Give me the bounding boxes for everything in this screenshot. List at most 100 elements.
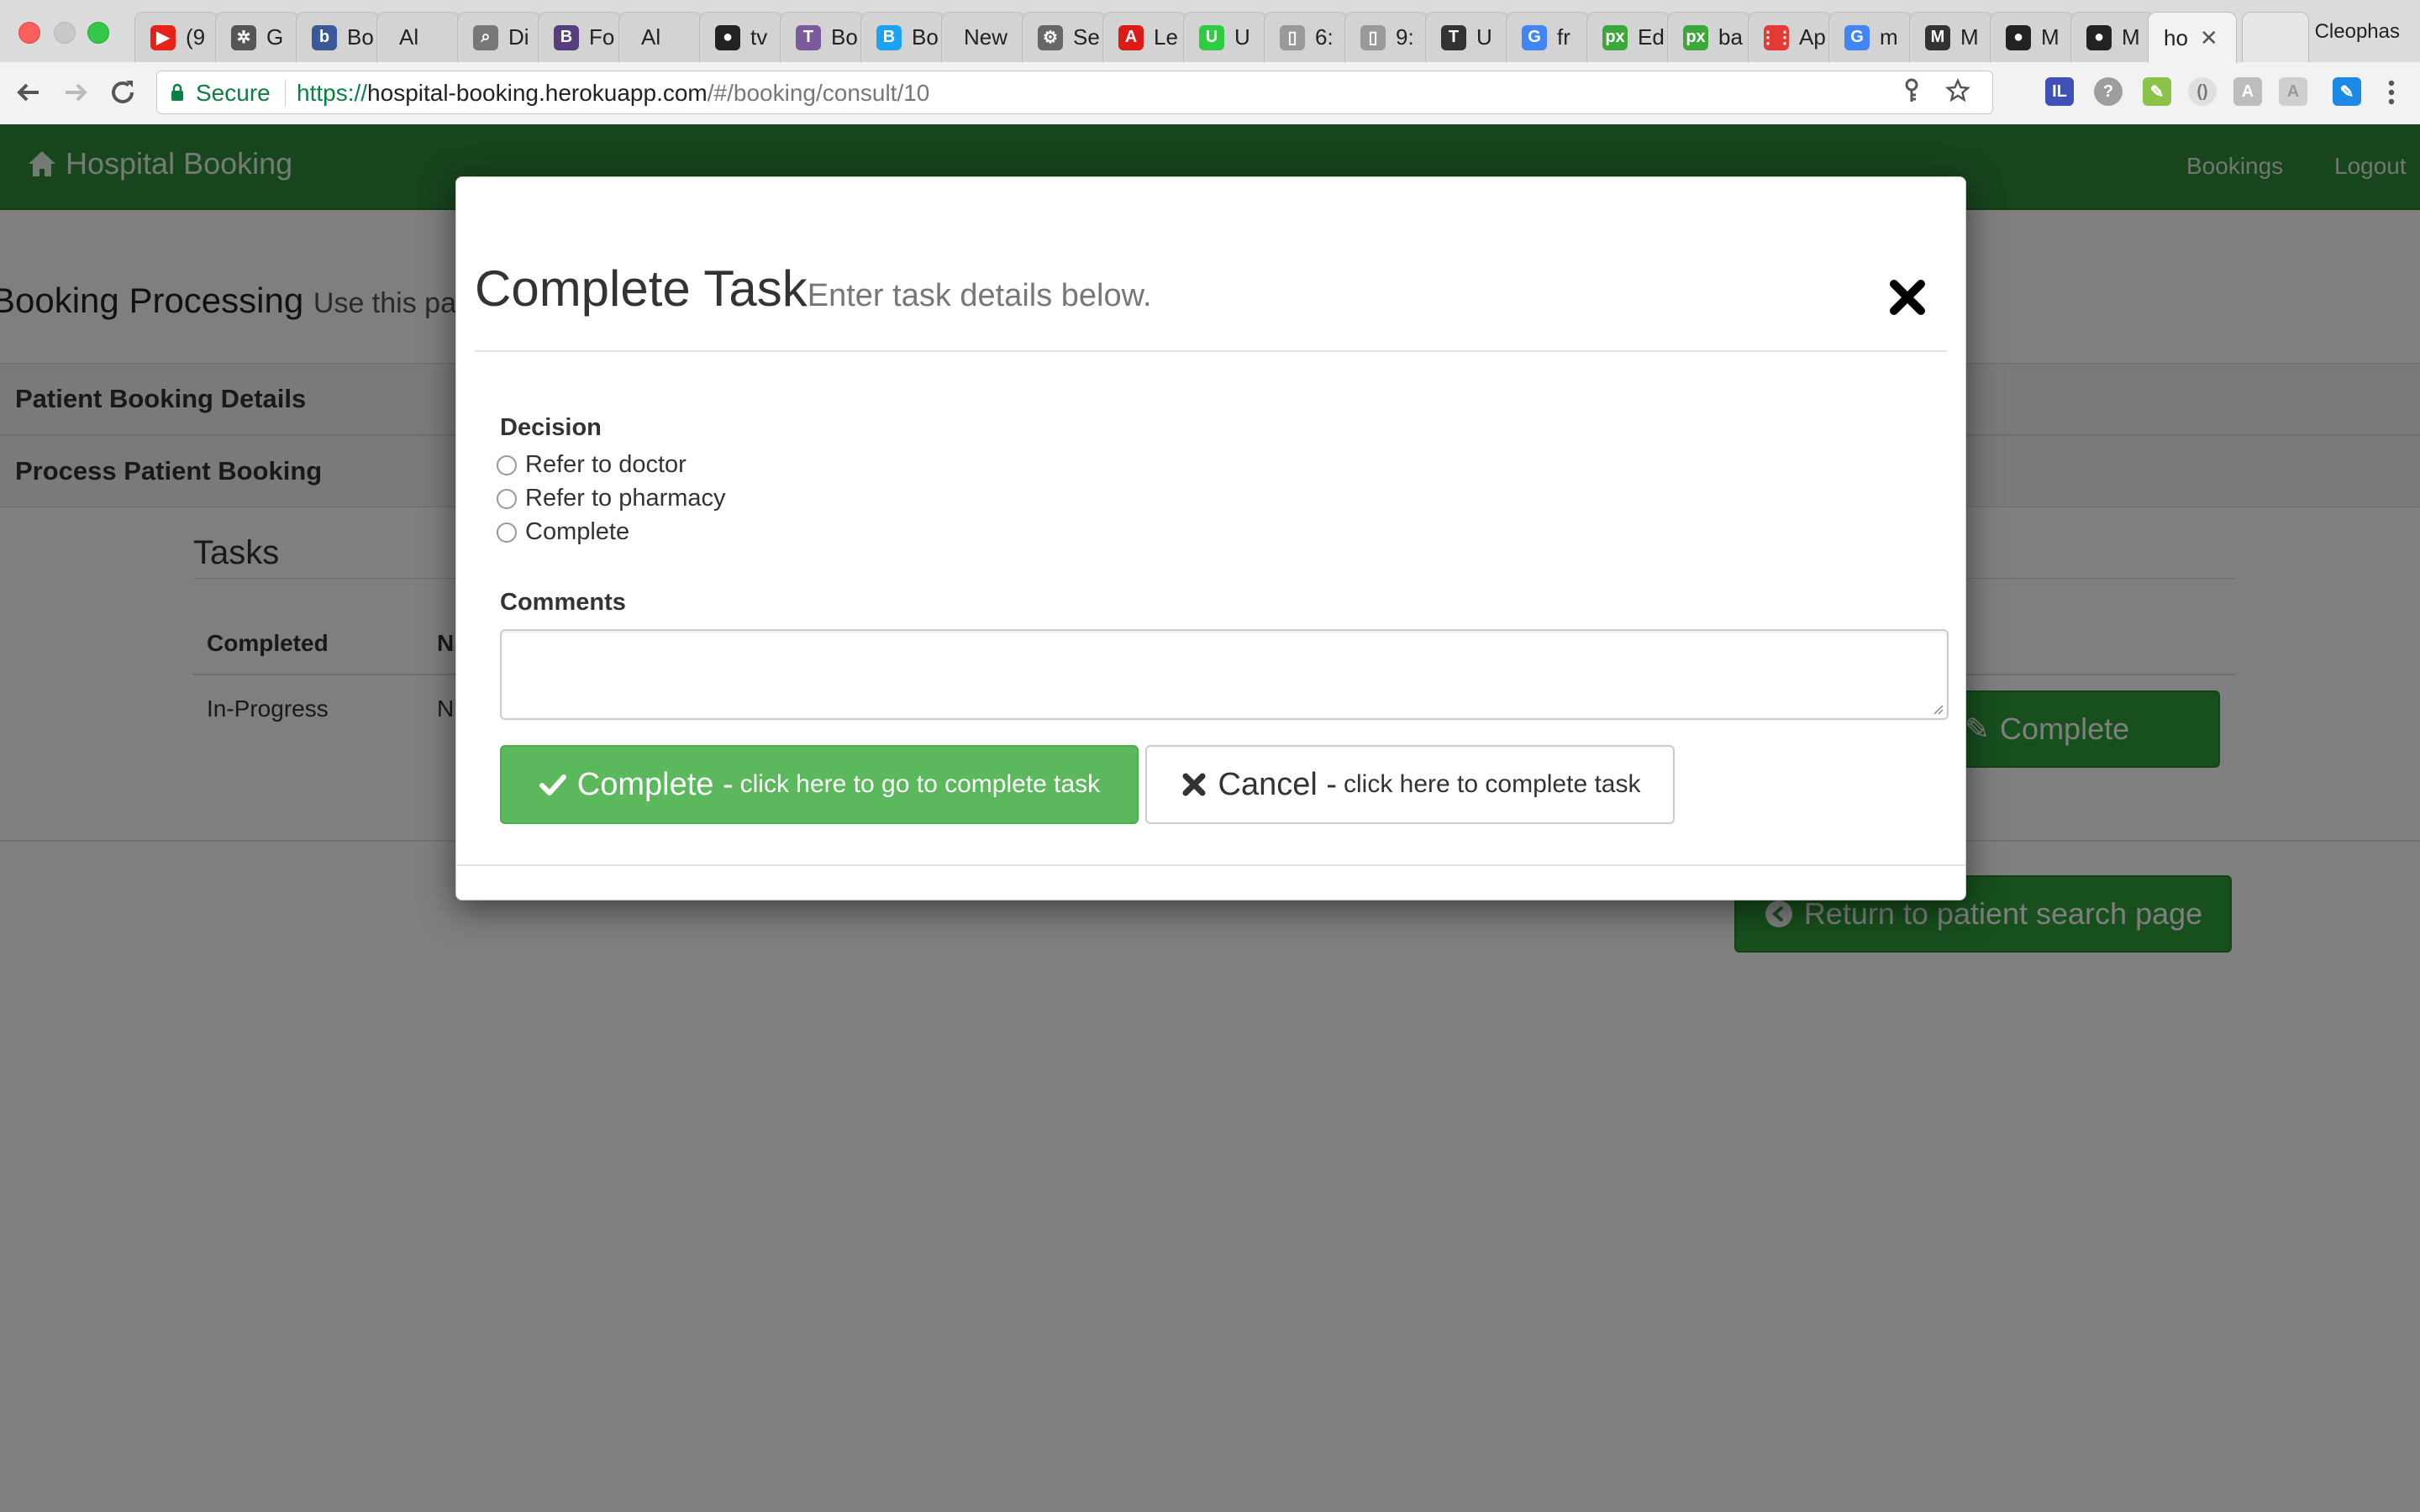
apps-grid-icon: ⋮⋮ — [1760, 24, 1793, 50]
tab-24[interactable]: ● M — [2070, 12, 2154, 62]
extension-icon-1[interactable]: IL — [2045, 77, 2074, 106]
tab-label: Se — [1073, 24, 1100, 50]
close-icon[interactable] — [1886, 276, 1928, 318]
tab-14[interactable]: ▯ 6: — [1264, 12, 1348, 62]
address-bar[interactable]: Secure https://hospital-booking.herokuap… — [156, 71, 1993, 114]
complete-task-button[interactable]: Complete - click here to go to complete … — [500, 745, 1139, 824]
tab-label: M — [1960, 24, 1979, 50]
forward-arrow-icon[interactable] — [59, 76, 92, 109]
u-icon: U — [1199, 24, 1224, 50]
tab-active[interactable]: ho ✕ — [2148, 12, 2237, 63]
tab-17[interactable]: Gfr — [1506, 12, 1590, 62]
extension-icon-4[interactable]: () — [2188, 77, 2217, 106]
secure-label: Secure — [196, 80, 271, 106]
radio-label: Refer to pharmacy — [525, 485, 726, 512]
menu-dots-icon[interactable] — [2375, 76, 2408, 109]
comments-textarea[interactable] — [500, 629, 1949, 720]
reload-icon[interactable] — [106, 76, 139, 109]
tab-close-icon[interactable]: ✕ — [2200, 25, 2218, 51]
tab-15[interactable]: ▯ 9: — [1344, 12, 1428, 62]
lock-icon — [171, 83, 183, 101]
tab-label: ho — [2164, 24, 2188, 50]
tab-label: Di — [508, 24, 529, 50]
tab-label: (9 — [186, 24, 206, 50]
tab-label: M — [2122, 24, 2140, 50]
tab-13[interactable]: UU — [1183, 12, 1267, 62]
tab-21[interactable]: Gm — [1828, 12, 1912, 62]
bootstrap-icon: B — [554, 24, 579, 50]
key-icon[interactable] — [1903, 78, 1920, 110]
cancel-task-button[interactable]: Cancel - click here to complete task — [1145, 745, 1675, 824]
tab-9[interactable]: B Bo — [860, 12, 944, 62]
browser-toolbar: Secure https://hospital-booking.herokuap… — [0, 62, 2420, 125]
tab-18[interactable]: px Ed — [1586, 12, 1670, 62]
tab-label: m — [1880, 24, 1898, 50]
tab-label: fr — [1557, 24, 1570, 50]
radio-button[interactable] — [497, 488, 517, 509]
radio-complete[interactable]: Complete — [497, 518, 629, 546]
tab-12[interactable]: A Le — [1102, 12, 1186, 62]
tab-19[interactable]: px ba — [1667, 12, 1751, 62]
extension-icon-5[interactable]: A — [2233, 77, 2262, 106]
bookmark-star-icon[interactable] — [1944, 77, 1971, 110]
tab-label: Bo — [347, 24, 374, 50]
cross-icon — [1182, 773, 1205, 796]
tab-11[interactable]: ⚙ Se — [1022, 12, 1106, 62]
radio-button[interactable] — [497, 522, 517, 543]
angular-icon: A — [1118, 24, 1144, 50]
radio-refer-to-doctor[interactable]: Refer to doctor — [497, 451, 687, 479]
tab-16[interactable]: TU — [1425, 12, 1509, 62]
minimize-window-button[interactable] — [54, 22, 76, 44]
resize-grip-icon[interactable] — [1932, 703, 1944, 715]
extension-icon-7[interactable]: ✎ — [2333, 77, 2361, 106]
tab-6[interactable]: Al — [618, 12, 702, 62]
tab-2[interactable]: b Bo — [296, 12, 380, 62]
search-page-icon: ⌕ — [473, 24, 498, 50]
tab-label: G — [266, 24, 284, 50]
url-scheme: https:// — [297, 80, 368, 106]
tab-7[interactable]: ● tv — [699, 12, 783, 62]
tab-8[interactable]: T Bo — [780, 12, 864, 62]
extension-icon-3[interactable]: ✎ — [2143, 77, 2171, 106]
tab-22[interactable]: MM — [1909, 12, 1993, 62]
tab-label: Le — [1154, 24, 1178, 50]
tab-label: Al — [399, 24, 419, 50]
tab-label: 6: — [1315, 24, 1334, 50]
tab-label: Ap — [1799, 24, 1826, 50]
profile-name[interactable]: Cleophas — [2315, 20, 2400, 44]
extension-icon-2[interactable]: ? — [2094, 77, 2123, 106]
dotmark-icon: ✲ — [231, 24, 256, 50]
tab-5[interactable]: B Fo — [538, 12, 622, 62]
button-sublabel: click here to go to complete task — [739, 770, 1101, 798]
tab-23[interactable]: ● M — [1990, 12, 2074, 62]
modal-title-text: Complete Task — [475, 260, 808, 317]
radio-button[interactable] — [497, 454, 517, 475]
tab-3[interactable]: Al — [376, 12, 460, 62]
close-window-button[interactable] — [18, 22, 40, 44]
tj-icon: T — [1441, 24, 1466, 50]
px-icon: px — [1683, 24, 1708, 50]
tab-20[interactable]: ⋮⋮ Ap — [1748, 12, 1832, 62]
url-host: hospital-booking.herokuapp.com — [367, 80, 708, 106]
maximize-window-button[interactable] — [87, 22, 109, 44]
url-text[interactable]: https://hospital-booking.herokuapp.com/#… — [297, 80, 929, 107]
new-tab-button[interactable] — [2242, 12, 2309, 62]
complete-task-modal: Complete TaskEnter task details below. D… — [455, 176, 1966, 900]
check-icon — [539, 774, 566, 795]
tt-icon: T — [796, 24, 821, 50]
back-arrow-icon[interactable] — [12, 76, 45, 109]
radio-refer-to-pharmacy[interactable]: Refer to pharmacy — [497, 485, 726, 512]
decision-label: Decision — [500, 414, 602, 441]
tab-10[interactable]: New — [941, 12, 1025, 62]
google-icon: G — [1522, 24, 1547, 50]
radio-label: Complete — [525, 518, 630, 545]
tab-label: M — [2041, 24, 2060, 50]
tab-4[interactable]: ⌕ Di — [457, 12, 541, 62]
extension-icon-6[interactable]: A — [2279, 77, 2307, 106]
comments-label: Comments — [500, 589, 626, 616]
tab-1[interactable]: ✲ G — [215, 12, 299, 62]
modal-header-divider — [475, 350, 1947, 352]
button-label: Cancel - — [1218, 766, 1338, 802]
tab-strip: ▶ (9 ✲ Gb Bo Al ⌕ Di B Fo Al ● tv T Bo B Bo New ⚙ Se A Le U U ▯ 6… — [0, 0, 2420, 63]
tab-0[interactable]: ▶ (9 — [134, 12, 218, 62]
